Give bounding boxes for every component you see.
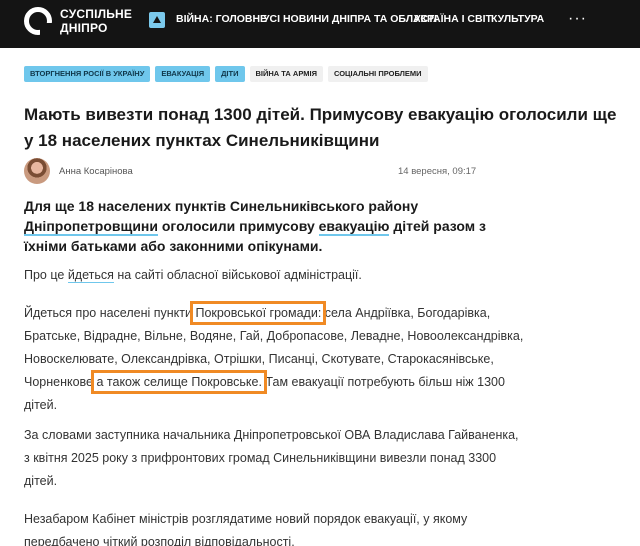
publish-date: 14 вересня, 09:17: [398, 166, 477, 177]
nav-item-all-news[interactable]: УСІ НОВИНИ ДНІПРА ТА ОБЛАСТІ: [263, 13, 437, 25]
nav-item-ukraine-world[interactable]: УКРАЇНА І СВІТ: [414, 13, 492, 25]
logo-line-1: СУСПІЛЬНЕ: [60, 7, 133, 21]
nav-item-war[interactable]: ВІЙНА: ГОЛОВНЕ: [176, 13, 267, 25]
lead-text-1: Для ще 18 населених пунктів Синельниківс…: [24, 198, 419, 214]
para-source: Про це йдеться на сайті обласної військо…: [24, 264, 524, 287]
nav-item-culture[interactable]: КУЛЬТУРА: [491, 13, 544, 25]
para-cabinet: Незабаром Кабінет міністрів розглядатиме…: [24, 512, 468, 546]
source-text-2: на сайті обласної військової адміністрац…: [113, 268, 362, 282]
link-source[interactable]: йдеться: [67, 268, 114, 283]
link-dnipropetrovshchyna[interactable]: Дніпропетровщини: [24, 218, 158, 236]
author-block[interactable]: Анна Косарінова: [24, 158, 133, 184]
site-logo[interactable]: СУСПІЛЬНЕ ДНІПРО: [24, 7, 132, 35]
para-quote: За словами заступника начальника Дніпроп…: [24, 428, 519, 488]
tag-invasion[interactable]: ВТОРГНЕННЯ РОСІЇ В УКРАЇНУ: [24, 66, 151, 82]
tag-war-army[interactable]: ВІЙНА ТА АРМІЯ: [249, 66, 323, 82]
author-avatar[interactable]: [24, 158, 50, 184]
logo-mark-icon: [24, 7, 52, 35]
logo-line-2: ДНІПРО: [60, 21, 108, 35]
author-name[interactable]: Анна Косарінова: [59, 166, 133, 177]
tag-list: ВТОРГНЕННЯ РОСІЇ В УКРАЇНУ ЕВАКУАЦІЯ ДІТ…: [24, 66, 428, 82]
tag-social[interactable]: СОЦІАЛЬНІ ПРОБЛЕМИ: [327, 66, 428, 82]
tag-evacuation[interactable]: ЕВАКУАЦІЯ: [155, 66, 211, 82]
tag-children[interactable]: ДІТИ: [215, 66, 245, 82]
more-menu-icon[interactable]: ···: [568, 10, 587, 28]
home-icon[interactable]: [149, 12, 165, 28]
villages-text-1: Йдеться про населені пункти: [24, 306, 196, 320]
link-evacuation[interactable]: евакуацію: [318, 218, 390, 236]
highlight-pokrovske: а також селище Покровське.: [91, 370, 267, 394]
article-title: Мають вивезти понад 1300 дітей. Примусов…: [24, 105, 617, 150]
source-text-1: Про це: [24, 268, 68, 282]
lead-text-2: оголосили примусову: [157, 218, 319, 234]
site-header: СУСПІЛЬНЕ ДНІПРО ВІЙНА: ГОЛОВНЕ УСІ НОВИ…: [0, 0, 640, 48]
highlight-pokrovska-hromada: Покровської громади:: [190, 301, 327, 325]
para-villages: Йдеться про населені пункти Покровської …: [24, 301, 524, 417]
article-lead: Для ще 18 населених пунктів Синельниківс…: [24, 196, 504, 256]
